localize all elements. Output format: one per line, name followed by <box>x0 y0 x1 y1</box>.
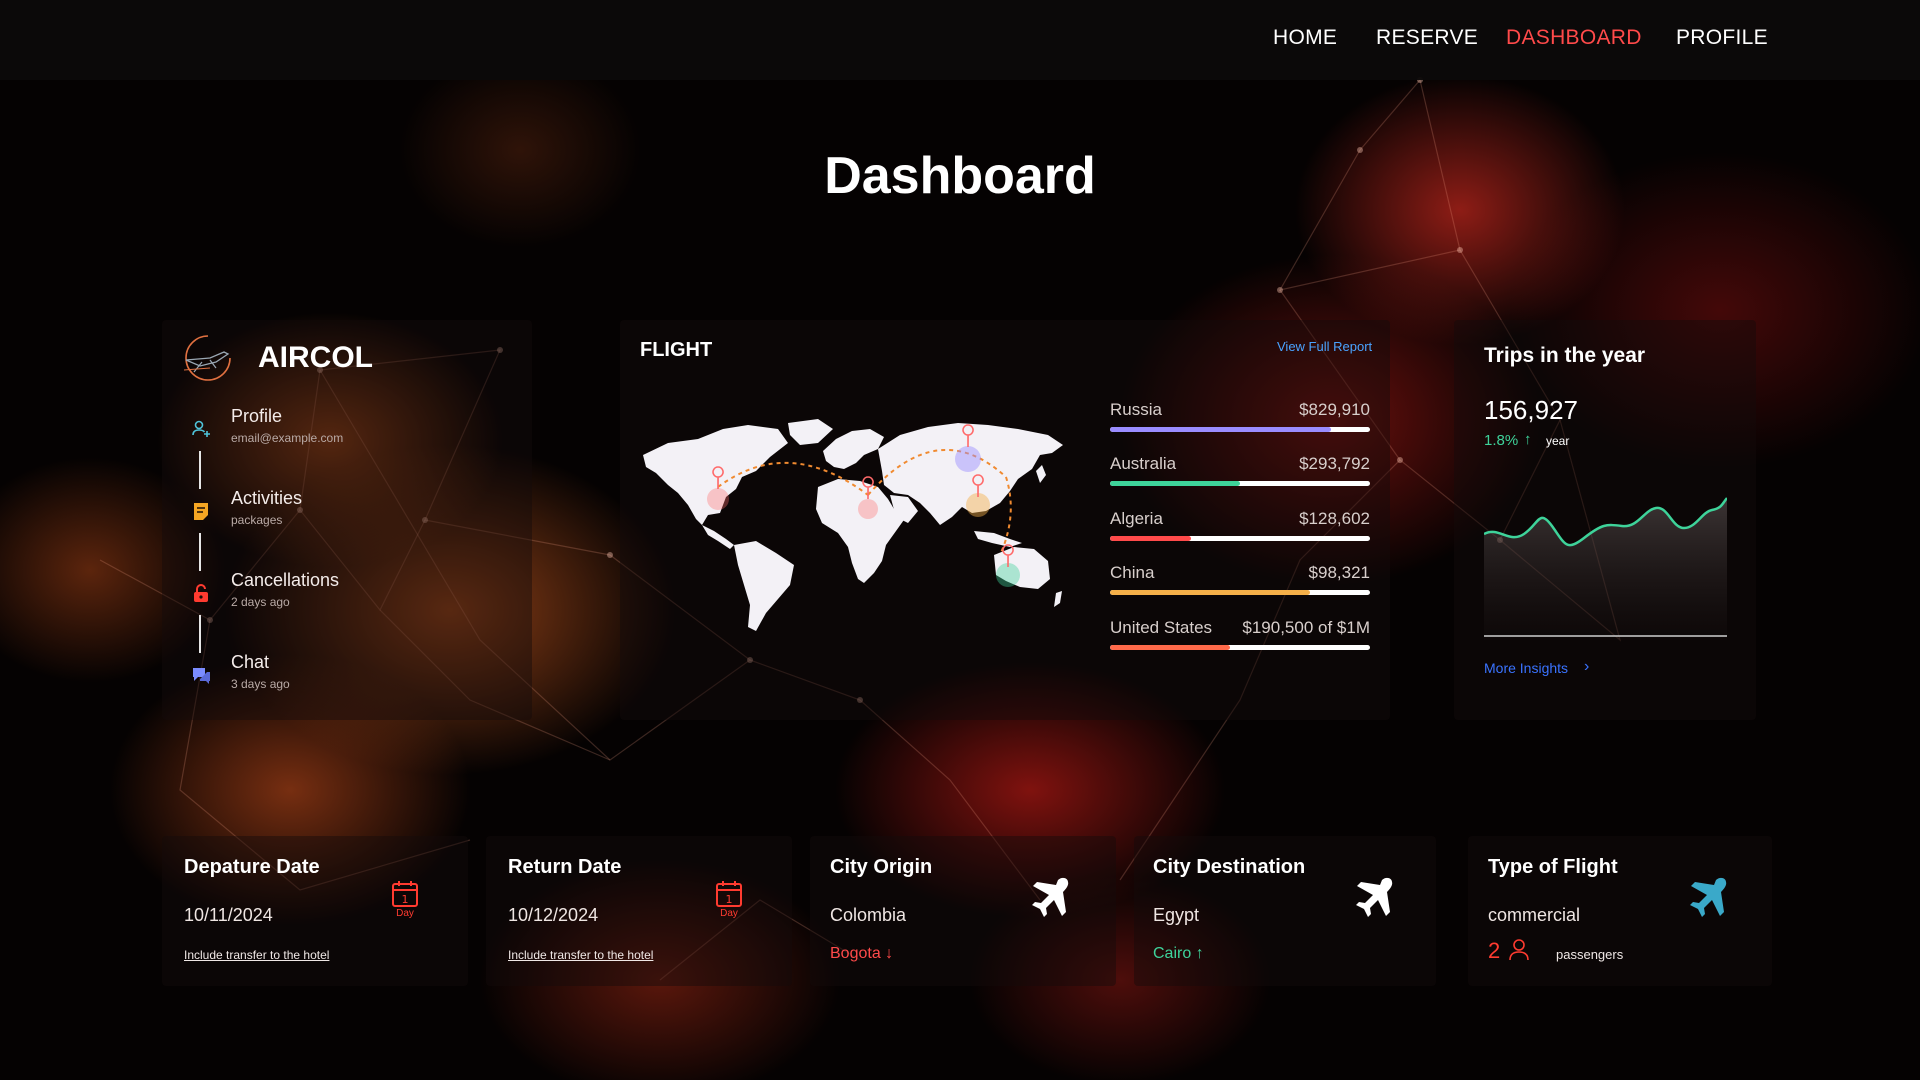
country-row-china: China $98,321 <box>1110 563 1370 595</box>
country-value: $98,321 <box>1308 563 1370 582</box>
return-date-value[interactable]: 10/12/2024 <box>508 905 598 926</box>
nav-home[interactable]: HOME <box>1273 26 1337 50</box>
flight-title: FLIGHT <box>640 339 713 361</box>
destination-city: Cairo ↑ <box>1153 945 1204 963</box>
country-value: $293,792 <box>1299 454 1370 473</box>
country-name: China <box>1110 563 1155 582</box>
calendar-label: Day <box>720 908 738 919</box>
sidebar-item-cancellations[interactable]: Cancellations 2 days ago <box>180 570 540 620</box>
nav-profile[interactable]: PROFILE <box>1676 26 1768 50</box>
progress-track <box>1110 427 1370 432</box>
progress-fill <box>1110 590 1311 595</box>
user-icon <box>1509 939 1529 961</box>
airplane-icon <box>1032 877 1069 917</box>
view-full-report-link[interactable]: View Full Report <box>1277 339 1372 354</box>
nav-dashboard[interactable]: DASHBOARD <box>1506 26 1642 50</box>
return-title: Return Date <box>508 856 622 878</box>
sidebar-connector <box>199 533 201 571</box>
trips-sparkline <box>1484 497 1727 640</box>
progress-fill <box>1110 427 1331 432</box>
passenger-label: passengers <box>1556 947 1624 962</box>
progress-track <box>1110 645 1370 650</box>
calendar-icon: 1 <box>392 881 418 907</box>
flight-type-value[interactable]: commercial <box>1488 905 1580 926</box>
departure-calendar[interactable]: 1 Day <box>390 880 420 920</box>
trips-value: 156,927 <box>1484 395 1578 425</box>
arrow-up-icon: ↑ <box>1195 945 1204 962</box>
sidebar-item-title: Profile <box>231 406 283 426</box>
more-insights-link[interactable]: More Insights <box>1484 660 1568 676</box>
destination-country-value[interactable]: Egypt <box>1153 905 1199 926</box>
lock-icon <box>194 584 208 602</box>
flight-type-title: Type of Flight <box>1488 856 1618 878</box>
nav-reserve[interactable]: RESERVE <box>1376 26 1478 50</box>
sidebar-item-subtitle: 2 days ago <box>231 595 290 609</box>
world-continents <box>643 419 1063 631</box>
brand-name: AIRCOL <box>258 341 373 374</box>
chat-icon <box>193 668 210 684</box>
user-plus-icon <box>192 420 210 437</box>
calendar-day-number: 1 <box>402 893 409 906</box>
sidebar-item-activities[interactable]: Activities packages <box>180 488 540 538</box>
sidebar-item-chat[interactable]: Chat 3 days ago <box>180 652 540 702</box>
top-nav: HOME RESERVE DASHBOARD PROFILE <box>0 0 1920 80</box>
sidebar-item-title: Activities <box>231 488 303 508</box>
destination-city-name: Cairo <box>1153 945 1192 962</box>
country-value: $128,602 <box>1299 509 1370 528</box>
world-map <box>643 419 1063 631</box>
progress-fill <box>1110 536 1191 541</box>
calendar-day-number: 1 <box>726 893 733 906</box>
country-row-russia: Russia $829,910 <box>1110 400 1370 432</box>
progress-track <box>1110 536 1370 541</box>
airplane-icon <box>1356 877 1393 917</box>
sidebar-item-profile[interactable]: Profile email@example.com <box>180 406 540 456</box>
airplane-icon <box>1690 877 1727 917</box>
return-calendar[interactable]: 1 Day <box>714 880 744 920</box>
origin-title: City Origin <box>830 856 933 878</box>
progress-track <box>1110 481 1370 486</box>
country-row-united-states: United States $190,500 of $1M <box>1110 618 1370 650</box>
note-icon <box>194 503 208 520</box>
origin-country-value[interactable]: Colombia <box>830 905 906 926</box>
sidebar-item-title: Chat <box>231 652 270 672</box>
departure-transfer-link[interactable]: Include transfer to the hotel <box>184 948 329 962</box>
progress-track <box>1110 590 1370 595</box>
sparkline-area <box>1484 498 1727 640</box>
country-row-australia: Australia $293,792 <box>1110 454 1370 486</box>
destination-title: City Destination <box>1153 856 1306 878</box>
calendar-label: Day <box>396 908 414 919</box>
arrow-down-icon: ↓ <box>885 945 894 962</box>
sidebar-item-subtitle: email@example.com <box>231 431 344 445</box>
page-title: Dashboard <box>824 147 1096 205</box>
departure-title: Depature Date <box>184 856 320 878</box>
calendar-icon: 1 <box>716 881 742 907</box>
return-transfer-link[interactable]: Include transfer to the hotel <box>508 948 653 962</box>
origin-city-name: Bogota <box>830 945 881 962</box>
country-value: $190,500 of $1M <box>1242 618 1370 637</box>
sidebar-connector <box>199 451 201 489</box>
sidebar-item-subtitle: 3 days ago <box>231 677 290 691</box>
trips-change: 1.8% <box>1484 432 1519 449</box>
departure-date-value[interactable]: 10/11/2024 <box>184 905 273 926</box>
passenger-count[interactable]: 2 <box>1488 938 1500 964</box>
country-value: $829,910 <box>1299 400 1370 419</box>
progress-fill <box>1110 481 1240 486</box>
country-name: United States <box>1110 618 1213 637</box>
country-name: Algeria <box>1110 509 1163 528</box>
sidebar-item-subtitle: packages <box>231 513 283 527</box>
country-name: Australia <box>1110 454 1177 473</box>
country-name: Russia <box>1110 400 1162 419</box>
airplane-logo-icon <box>183 335 231 381</box>
arrow-up-icon: ↑ <box>1524 431 1532 448</box>
country-row-algeria: Algeria $128,602 <box>1110 509 1370 541</box>
origin-city: Bogota ↓ <box>830 945 893 963</box>
trips-title: Trips in the year <box>1484 344 1646 367</box>
sidebar-item-title: Cancellations <box>231 570 340 590</box>
chevron-right-icon[interactable]: › <box>1584 658 1589 676</box>
trips-period: year <box>1546 434 1570 448</box>
flight-type-plane-shape <box>1690 877 1727 917</box>
sidebar-connector <box>199 615 201 653</box>
progress-fill <box>1110 645 1230 650</box>
